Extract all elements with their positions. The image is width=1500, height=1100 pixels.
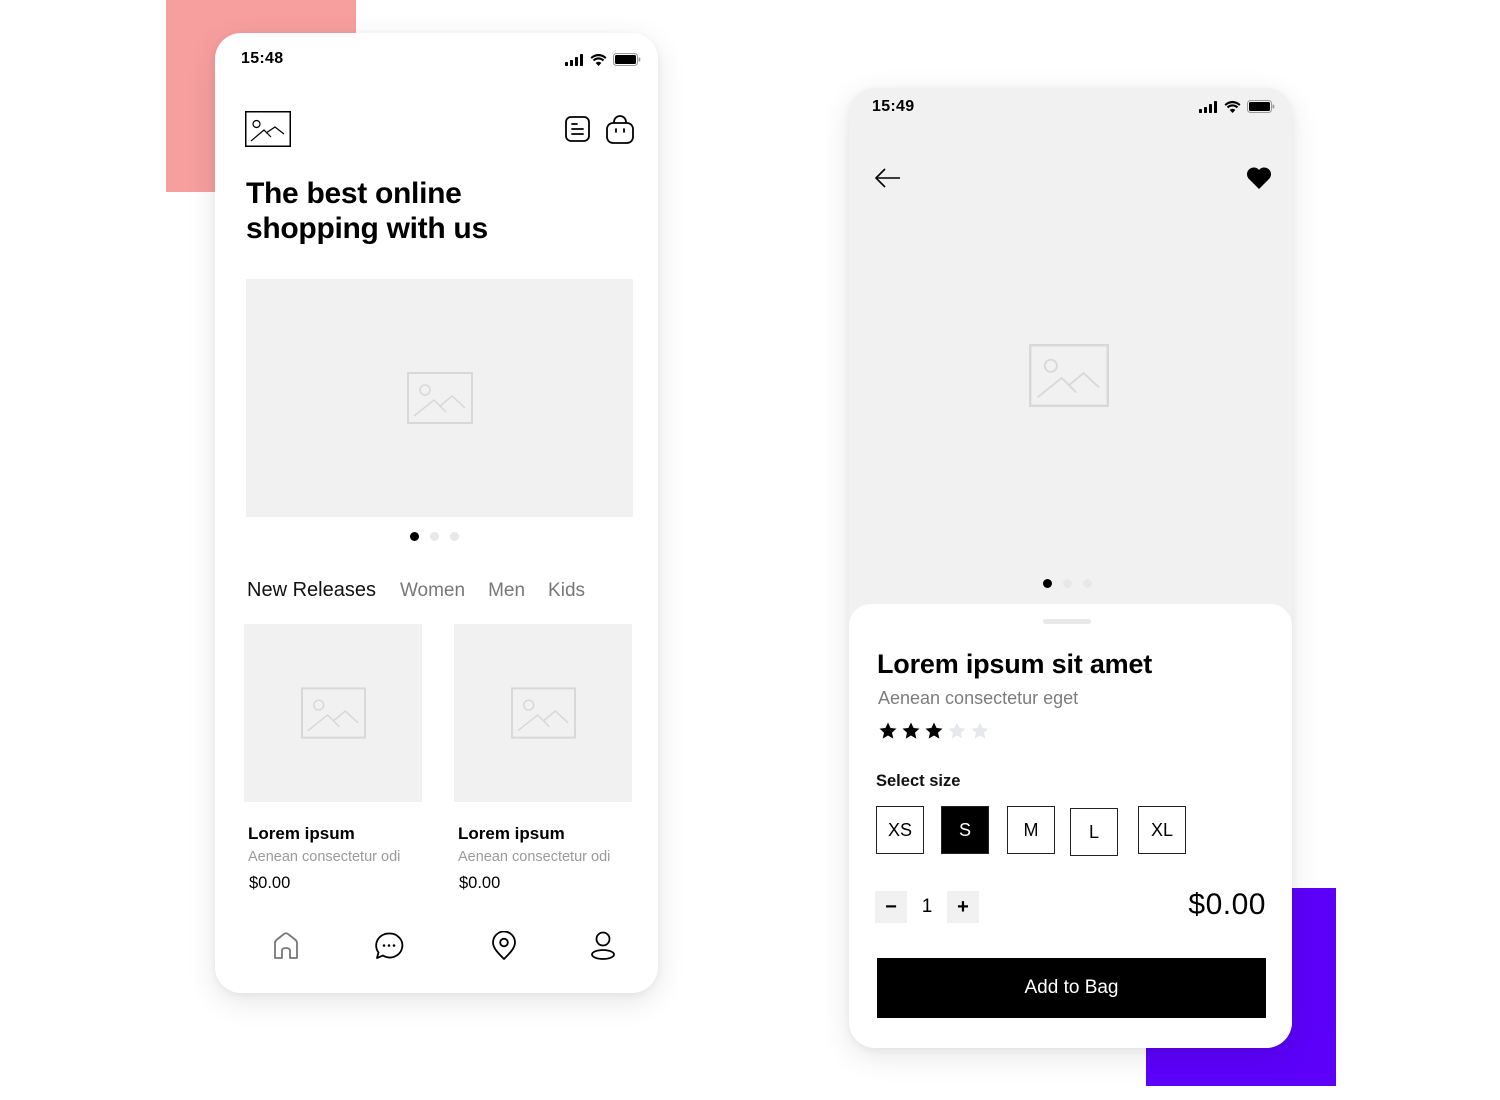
product-subtitle: Aenean consectetur eget — [878, 688, 1079, 708]
carousel-dot-3[interactable] — [1083, 579, 1092, 588]
size-option-s[interactable]: S — [941, 806, 989, 854]
status-time: 15:48 — [241, 50, 284, 67]
carousel-dot-1[interactable] — [410, 532, 419, 541]
product-image[interactable] — [454, 624, 632, 802]
product-price: $0.00 — [1188, 888, 1266, 921]
battery-icon — [1247, 100, 1275, 113]
wifi-icon — [1224, 100, 1241, 113]
logo-image-icon — [245, 111, 291, 147]
product-card[interactable]: Lorem ipsum Aenean consectetur odi $0.00 — [454, 624, 632, 893]
signal-icon — [565, 53, 583, 66]
product-title: Lorem ipsum sit amet — [877, 649, 1153, 679]
tab-men[interactable]: Men — [488, 580, 525, 602]
image-placeholder-icon — [510, 687, 576, 739]
rating-stars — [878, 721, 990, 741]
tab-women[interactable]: Women — [400, 580, 465, 602]
tab-kids[interactable]: Kids — [548, 580, 585, 602]
category-tabs: New Releases Women Men Kids — [247, 579, 608, 602]
nav-location[interactable] — [487, 929, 521, 963]
signal-icon — [1199, 100, 1217, 113]
nav-chat[interactable] — [372, 929, 406, 963]
banner-carousel-dots — [410, 532, 459, 541]
product-price: $0.00 — [249, 874, 291, 892]
tab-new-releases[interactable]: New Releases — [247, 579, 376, 602]
shopping-bag-icon[interactable] — [606, 115, 634, 145]
sheet-drag-handle[interactable] — [1043, 619, 1091, 624]
size-options: XS S M L XL — [876, 806, 1196, 858]
product-name: Lorem ipsum — [458, 824, 565, 843]
header-actions — [565, 115, 634, 145]
size-option-xs[interactable]: XS — [876, 806, 924, 854]
bottom-navigation — [215, 929, 658, 965]
size-option-m[interactable]: M — [1007, 806, 1055, 854]
menu-list-icon[interactable] — [565, 115, 590, 143]
quantity-stepper: − 1 + — [875, 891, 979, 923]
wifi-icon — [590, 53, 607, 66]
size-option-l[interactable]: L — [1070, 808, 1118, 856]
product-name: Lorem ipsum — [248, 824, 355, 843]
carousel-dot-3[interactable] — [450, 532, 459, 541]
select-size-label: Select size — [876, 772, 961, 790]
carousel-dot-1[interactable] — [1043, 579, 1052, 588]
decrease-quantity-button[interactable]: − — [875, 891, 907, 923]
status-icons — [564, 53, 641, 66]
add-to-bag-button[interactable]: Add to Bag — [877, 958, 1266, 1018]
product-detail-phone: 15:49 Lorem ipsum sit amet Aenean consec… — [849, 88, 1292, 1048]
back-arrow-icon[interactable] — [874, 166, 902, 190]
user-icon — [591, 931, 615, 960]
increase-quantity-button[interactable]: + — [947, 891, 979, 923]
hero-banner-image[interactable] — [246, 279, 633, 517]
battery-icon — [613, 53, 641, 66]
carousel-dot-2[interactable] — [430, 532, 439, 541]
product-card[interactable]: Lorem ipsum Aenean consectetur odi $0.00 — [244, 624, 422, 893]
home-icon — [274, 932, 298, 959]
nav-home[interactable] — [269, 929, 303, 963]
favorite-heart-icon[interactable] — [1246, 166, 1272, 190]
image-placeholder-icon — [300, 687, 366, 739]
status-bar: 15:48 — [215, 33, 658, 83]
product-description: Aenean consectetur odi — [458, 849, 611, 865]
carousel-dot-2[interactable] — [1063, 579, 1072, 588]
hero-title: The best online shopping with us — [246, 177, 488, 245]
home-screen-phone: 15:48 The best online shopping with us N… — [215, 33, 658, 993]
product-price: $0.00 — [459, 874, 501, 892]
image-placeholder-icon — [406, 372, 473, 424]
product-info-sheet: Lorem ipsum sit amet Aenean consectetur … — [849, 604, 1292, 1048]
star-empty-icon — [948, 722, 966, 739]
nav-profile[interactable] — [586, 929, 620, 963]
star-filled-icon — [925, 722, 943, 739]
size-option-xl[interactable]: XL — [1138, 806, 1186, 854]
status-icons — [1198, 100, 1275, 113]
star-filled-icon — [902, 722, 920, 739]
quantity-value: 1 — [921, 896, 933, 917]
star-empty-icon — [971, 722, 989, 739]
star-filled-icon — [879, 722, 897, 739]
product-carousel-dots — [1043, 579, 1092, 588]
chat-icon — [375, 932, 404, 959]
status-time: 15:49 — [872, 98, 915, 115]
product-image-placeholder-icon[interactable] — [1029, 344, 1109, 407]
product-description: Aenean consectetur odi — [248, 849, 401, 865]
product-image[interactable] — [244, 624, 422, 802]
status-bar: 15:49 — [849, 88, 1292, 138]
location-pin-icon — [492, 931, 516, 960]
